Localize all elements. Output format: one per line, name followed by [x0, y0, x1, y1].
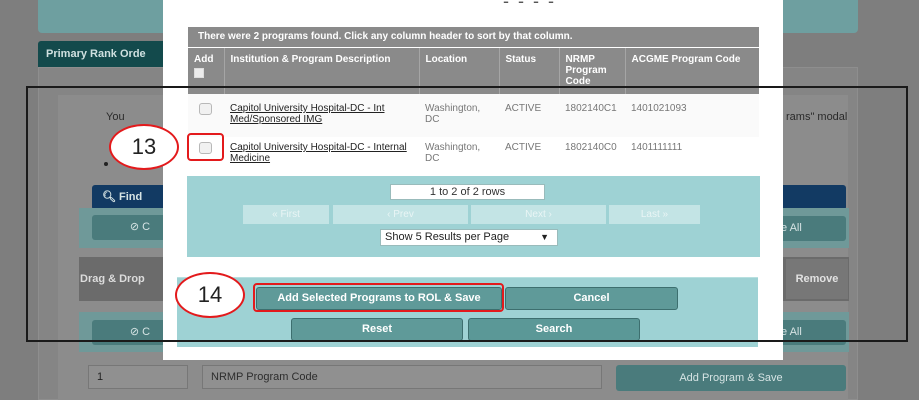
annotation-step-13: 13 [109, 124, 179, 170]
annotation-step-14: 14 [175, 272, 245, 318]
results-summary: There were 2 programs found. Click any c… [188, 27, 759, 47]
add-program-save-button[interactable]: Add Program & Save [616, 365, 846, 391]
annotation-highlight-add-button [253, 283, 504, 312]
program-code-input[interactable]: NRMP Program Code [202, 365, 602, 389]
annotation-highlight-checkbox [187, 133, 224, 161]
modal-title-fragment: - - - - [503, 0, 556, 11]
rank-number-input[interactable]: 1 [88, 365, 188, 389]
select-all-checkbox[interactable] [194, 68, 204, 78]
